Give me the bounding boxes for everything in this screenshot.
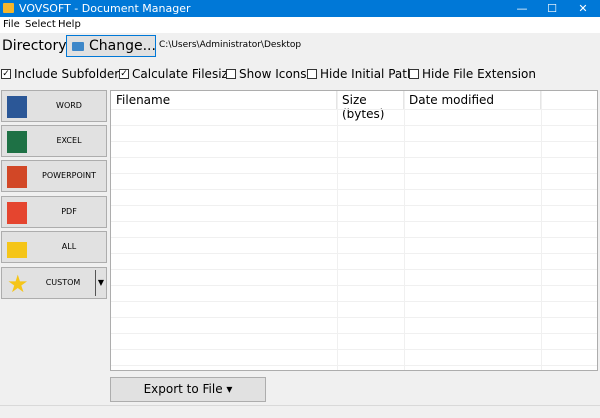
pdf-button[interactable]: PDF [1,196,107,228]
powerpoint-button[interactable]: POWERPOINT [1,160,107,192]
button-label: EXCEL [56,136,82,145]
hide-file-extension-checkbox[interactable]: Hide File Extension [409,67,536,81]
checkbox-label: Hide Initial Path [320,67,415,81]
export-to-file-button[interactable]: Export to File ▾ [110,377,266,402]
change-directory-button[interactable]: Change... [66,35,156,57]
menu-help[interactable]: Help [58,19,81,30]
custom-button[interactable]: ★ CUSTOM ▼ [1,267,107,299]
minimize-button[interactable]: — [507,0,537,17]
change-label: Change... [89,38,156,54]
folder-icon [7,242,27,258]
status-bar [0,405,600,418]
calculate-filesize-checkbox[interactable]: ✓ Calculate Filesize [119,67,235,81]
excel-button[interactable]: EXCEL [1,125,107,157]
button-label: CUSTOM [45,278,81,287]
maximize-button[interactable]: ☐ [537,0,567,17]
word-icon [7,96,27,118]
button-label: POWERPOINT [42,171,96,180]
window-title: VOVSOFT - Document Manager [19,2,191,15]
include-subfolders-checkbox[interactable]: ✓ Include Subfolders [1,67,125,81]
menu-select[interactable]: Select [25,19,56,30]
show-icons-checkbox[interactable]: Show Icons [226,67,307,81]
column-filename[interactable]: Filename [111,91,337,109]
custom-dropdown-arrow[interactable]: ▼ [95,270,106,296]
checkbox-box [307,69,317,79]
button-label: PDF [61,207,77,216]
checkbox-box [409,69,419,79]
all-button[interactable]: ALL [1,231,107,263]
menu-file[interactable]: File [3,19,20,30]
column-date-modified[interactable]: Date modified [404,91,541,109]
title-bar: VOVSOFT - Document Manager — ☐ ✕ [0,0,600,17]
app-icon [3,3,14,13]
checkbox-box [226,69,236,79]
checkbox-label: Hide File Extension [422,67,536,81]
word-button[interactable]: WORD [1,90,107,122]
excel-icon [7,131,27,153]
checkbox-label: Show Icons [239,67,307,81]
close-button[interactable]: ✕ [568,0,598,17]
checkbox-label: Calculate Filesize [132,67,236,81]
directory-path: C:\Users\Administrator\Desktop [159,40,302,50]
pdf-icon [7,202,27,224]
checkbox-box: ✓ [1,69,11,79]
button-label: WORD [56,101,82,110]
directory-label: Directory: [2,38,71,54]
powerpoint-icon [7,166,27,188]
button-label: ALL [61,242,77,251]
column-size[interactable]: Size (bytes) [337,91,404,121]
menu-bar: File Select Help [0,17,600,33]
hide-initial-path-checkbox[interactable]: Hide Initial Path [307,67,415,81]
star-icon: ★ [7,270,29,298]
file-table[interactable]: Filename Size (bytes) Date modified [110,90,598,371]
checkbox-box: ✓ [119,69,129,79]
checkbox-label: Include Subfolders [14,67,126,81]
folder-icon [72,42,84,51]
